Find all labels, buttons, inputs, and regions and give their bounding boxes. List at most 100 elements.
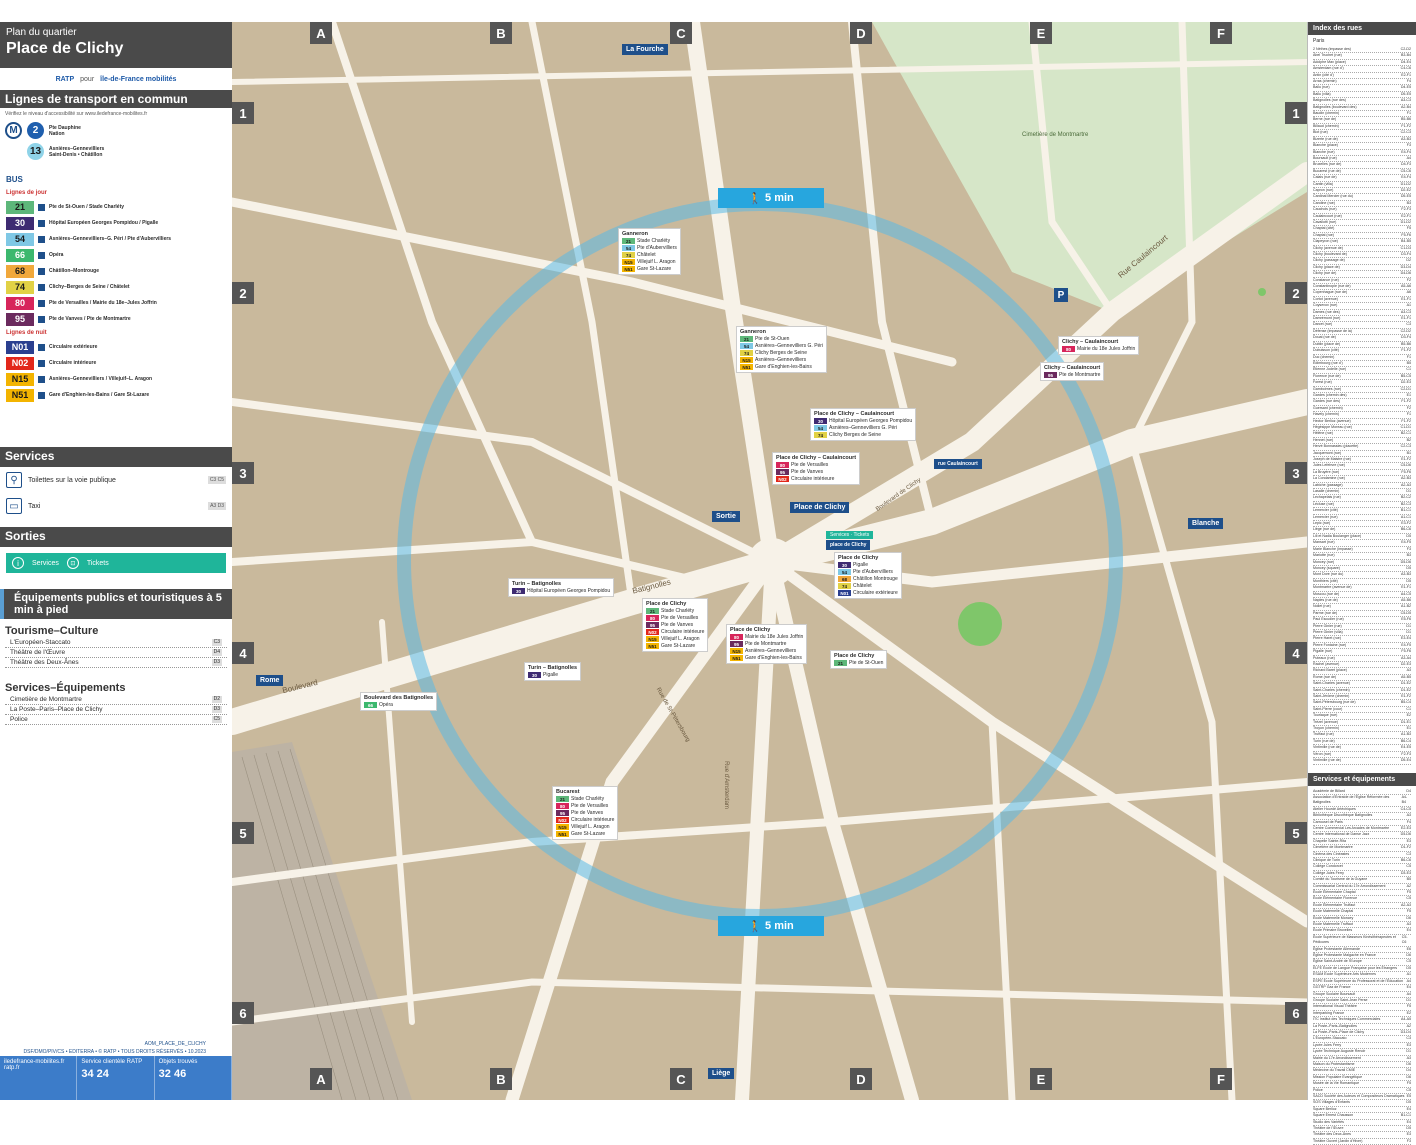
- metro-line-row: 13Asnières–Gennevilliers Saint-Denis • C…: [0, 141, 232, 162]
- bus-line-badge: 54: [6, 233, 34, 246]
- bus-stop-card[interactable]: Turin – Batignolles30Hôpital Européen Ge…: [508, 578, 614, 597]
- index-ref: D1-E2: [1401, 688, 1411, 693]
- bus-stop-line: N51Gare St-Lazare: [646, 643, 704, 649]
- bus-stop-line-badge: N51: [622, 266, 635, 272]
- equipment-item[interactable]: PoliceC5: [5, 715, 227, 725]
- bus-stop-card[interactable]: Place de Clichy – Caulaincourt80Pte de V…: [772, 452, 860, 485]
- index-ref: D4: [1406, 789, 1411, 794]
- toilets-label: Toilettes sur la voie publique: [28, 477, 116, 484]
- station-blanche[interactable]: Blanche: [1188, 518, 1223, 529]
- index-name: La Condamine (rue): [1313, 476, 1345, 481]
- neighbourhood-map[interactable]: 🚶 5 min 🚶 5 min Place de Clichy La Fourc…: [232, 22, 1307, 1100]
- taxi-icon: ▭: [6, 498, 22, 514]
- bus-line-badge: 30: [6, 217, 34, 230]
- accessibility-icon: [38, 316, 45, 323]
- bus-stop-card[interactable]: Clichy – Caulaincourt80Mairie du 18e Jul…: [1058, 336, 1139, 355]
- bus-stop-card[interactable]: Place de Clichy – Caulaincourt30Hôpital …: [810, 408, 916, 441]
- bus-destination: Circulaire extérieure: [49, 344, 97, 350]
- index-name: Pierre Ginier (rue): [1313, 624, 1342, 629]
- contact-web-label: iledefrance-mobilites.fr ratp.fr: [4, 1059, 64, 1071]
- sortie-label[interactable]: Sortie: [712, 511, 740, 522]
- equipment-ref: D4: [212, 649, 222, 656]
- contact-web[interactable]: iledefrance-mobilites.fr ratp.fr: [0, 1056, 77, 1100]
- bus-stop-line: N01Circulaire extérieure: [838, 590, 898, 596]
- index-ref: C3: [1406, 322, 1411, 327]
- equipements-heading: Équipements publics et touristiques à 5 …: [0, 589, 232, 619]
- bus-stop-line-badge: 21: [834, 660, 847, 666]
- bus-stop-name: Place de Clichy: [646, 601, 704, 607]
- ratp-logo: RATP: [56, 76, 75, 83]
- index-name: Saint-Pierre (cour): [1313, 707, 1342, 712]
- station-rome[interactable]: Rome: [256, 675, 283, 686]
- bus-line-badge: 21: [6, 201, 34, 214]
- index-ref: A4: [1407, 979, 1411, 984]
- bus-stop-line-badge: 74: [740, 350, 753, 356]
- equipment-item[interactable]: Théâtre de l'ŒuvreD4: [5, 648, 227, 658]
- bus-stop-line-dest: Villejuif L. Aragon: [571, 824, 610, 830]
- index-ref: D5: [1406, 1126, 1411, 1131]
- services-eq-heading: Services–Équipements: [0, 676, 232, 695]
- index-ref: E4-F5: [1401, 540, 1411, 545]
- equipment-item[interactable]: Théâtre des Deux-ÂnesD3: [5, 658, 227, 668]
- contact-ratp[interactable]: Service clientèle RATP34 24: [77, 1056, 154, 1100]
- bus-stop-card[interactable]: Place de Clichy80Mairie du 18e Jules Jof…: [726, 624, 807, 664]
- bus-stop-card[interactable]: Ganneron21Stade Charléty54Pte d'Aubervil…: [618, 228, 681, 275]
- index-ref: E1-F2: [1401, 457, 1411, 462]
- bus-stop-card[interactable]: Clichy – Caulaincourt95Pte de Montmartre: [1040, 362, 1104, 381]
- bus-stop-line-dest: Pte de Vanves: [571, 810, 603, 816]
- index-ref: E5-F6: [1401, 617, 1411, 622]
- index-ref: D2-E2: [1401, 188, 1411, 193]
- bus-stop-line-dest: Asnières–Gennevilliers: [755, 357, 806, 363]
- grid-col-bottom-f: F: [1210, 1068, 1232, 1090]
- bus-stop-line-dest: Circulaire intérieure: [791, 476, 834, 482]
- index-ref: E3: [1407, 839, 1411, 844]
- index-ref: C2-D1: [1401, 387, 1411, 392]
- index-ref: B1-C1: [1401, 1113, 1411, 1118]
- bus-stop-card[interactable]: Turin – Batignolles30Pigalle: [524, 662, 581, 681]
- contact-ratp-label: Service clientèle RATP: [81, 1059, 142, 1065]
- services-row-toilets: ⚲ Toilettes sur la voie publique C3 C5: [0, 467, 232, 493]
- bus-stop-card[interactable]: Place de Clichy21Stade Charléty80Pte de …: [642, 598, 708, 652]
- index-name: Rachel (avenue): [1313, 662, 1339, 667]
- index-name: Théâtre des Deux-Ânes: [1313, 1132, 1351, 1137]
- index-ref: F1: [1407, 111, 1411, 116]
- bus-stop-card[interactable]: Place de Clichy21Pte de St-Ouen: [830, 650, 887, 669]
- bus-stop-line-dest: Pte de St-Ouen: [849, 660, 883, 666]
- bus-destination: Asnières–Gennevilliers–G. Péri / Pte d'A…: [49, 236, 171, 242]
- logo-pour: pour: [80, 76, 94, 83]
- equipment-item[interactable]: Cimetière de MontmartreD2: [5, 695, 227, 705]
- bus-stop-card[interactable]: Place de Clichy30Pigalle54Pte d'Aubervil…: [834, 552, 902, 599]
- bus-stop-line-badge: N51: [730, 655, 743, 661]
- index-name: Cortot (avenue): [1313, 297, 1338, 302]
- bus-stop-line-dest: Gare St-Lazare: [571, 831, 605, 837]
- bus-stop-line: 68Châtillon Montrouge: [838, 576, 898, 582]
- contact-lost[interactable]: Objets trouvés32 46: [155, 1056, 232, 1100]
- index-ref: B2-C2: [1401, 495, 1411, 500]
- sorties-bar: i Services ⊡ Tickets: [6, 553, 226, 573]
- bus-destination: Gare d'Enghien-les-Bains / Gare St-Lazar…: [49, 392, 149, 398]
- index-name: Joseph de Maistre (rue): [1313, 457, 1351, 462]
- equipment-item[interactable]: La Poste–Paris–Place de ClichyD3: [5, 705, 227, 715]
- contact-lost-label: Objets trouvés: [159, 1059, 198, 1065]
- bus-stop-card[interactable]: Ganneron21Pte de St-Ouen54Asnières–Genne…: [736, 326, 827, 373]
- index-services-heading: Services et équipements: [1308, 773, 1416, 786]
- bus-stop-line: 21Stade Charléty: [646, 608, 704, 614]
- bus-stop-line-dest: Pigalle: [853, 562, 868, 568]
- bus-stop-name: Place de Clichy – Caulaincourt: [776, 455, 856, 461]
- index-name: Interparking France: [1313, 1011, 1344, 1016]
- title-box: Plan du quartier Place de Clichy: [0, 22, 232, 68]
- index-ref: B5: [1407, 361, 1411, 366]
- bus-stop-line-dest: Pte d'Aubervilliers: [637, 245, 677, 251]
- transport-heading: Lignes de transport en commun: [0, 90, 232, 108]
- station-la-fourche[interactable]: La Fourche: [622, 44, 668, 55]
- station-liege[interactable]: Liège: [708, 1068, 734, 1079]
- bus-stop-line: 21Stade Charléty: [622, 238, 677, 244]
- bus-line-badge: 74: [6, 281, 34, 294]
- index-name: Groupe Scolaire Saint-Jean Perse: [1313, 998, 1368, 1003]
- equipment-item[interactable]: L'Européen-StaccatoC3: [5, 638, 227, 648]
- bus-stop-card[interactable]: Boulevard des Batignolles66Opéra: [360, 692, 437, 711]
- station-place-de-clichy[interactable]: Place de Clichy: [790, 502, 849, 513]
- bus-stop-card[interactable]: Bucarest21Stade Charléty80Pte de Versail…: [552, 786, 618, 840]
- bus-stop-line: 74Clichy Berges de Seine: [740, 350, 823, 356]
- index-name: Collège Condorcet: [1313, 864, 1343, 869]
